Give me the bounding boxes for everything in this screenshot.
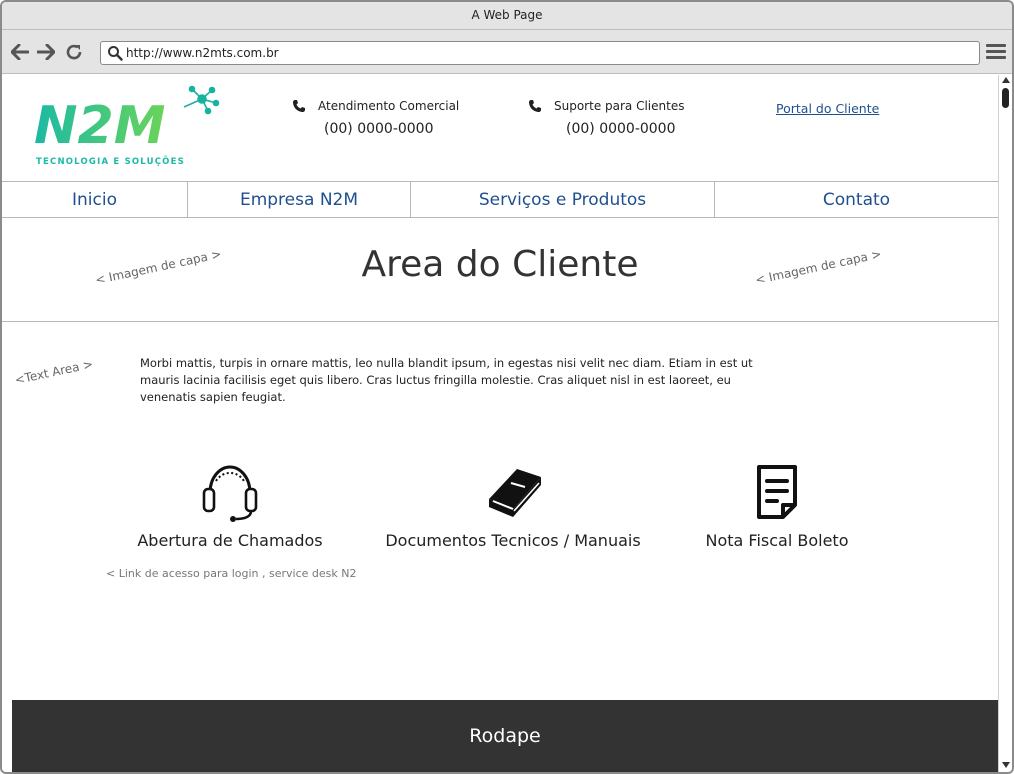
card-label: Nota Fiscal Boleto	[705, 531, 849, 550]
card-documentos-tecnicos[interactable]: Documentos Tecnicos / Manuais	[375, 459, 651, 550]
scroll-thumb[interactable]	[1002, 88, 1009, 108]
cover-banner: < Imagem de capa > Area do Cliente < Ima…	[2, 218, 998, 322]
contact-commercial: Atendimento Comercial (00) 0000-0000	[292, 99, 459, 137]
document-icon	[757, 465, 797, 519]
vertical-scrollbar[interactable]	[998, 75, 1012, 772]
intro-paragraph: Morbi mattis, turpis in ornare mattis, l…	[140, 356, 753, 404]
portal-do-cliente-link[interactable]: Portal do Cliente	[776, 101, 879, 116]
main-nav: Inicio Empresa N2M Serviços e Produtos C…	[2, 181, 998, 218]
url-input[interactable]	[126, 44, 966, 62]
window-title: A Web Page	[471, 8, 543, 22]
search-icon	[108, 46, 123, 61]
card-nota-fiscal[interactable]: Nota Fiscal Boleto	[700, 459, 854, 550]
card-label: Abertura de Chamados	[137, 531, 323, 550]
forward-arrow-icon[interactable]	[36, 42, 56, 62]
headset-icon	[202, 465, 258, 522]
footer-label: Rodape	[469, 725, 541, 747]
nav-item-inicio[interactable]: Inicio	[2, 182, 187, 217]
nav-item-empresa[interactable]: Empresa N2M	[188, 182, 410, 217]
page-viewport: N2M TECNOLOGIA E SOLUÇÕES Atendimento Co…	[2, 75, 998, 772]
back-arrow-icon[interactable]	[10, 42, 30, 62]
card-abertura-chamados[interactable]: Abertura de Chamados	[135, 459, 325, 550]
contact-number: (00) 0000-0000	[324, 121, 434, 137]
scroll-up-arrow-icon[interactable]	[1002, 77, 1010, 83]
contact-number: (00) 0000-0000	[566, 121, 676, 137]
card-label: Documentos Tecnicos / Manuais	[385, 531, 641, 550]
reload-icon[interactable]	[64, 42, 84, 62]
title-bar: A Web Page	[2, 2, 1012, 30]
contact-label: Atendimento Comercial	[318, 99, 460, 113]
contact-support: Suporte para Clientes (00) 0000-0000	[528, 99, 684, 137]
phone-icon	[293, 100, 305, 112]
address-bar[interactable]	[100, 41, 980, 65]
book-icon	[489, 469, 541, 517]
browser-window: A Web Page N2M	[0, 0, 1014, 774]
nav-item-servicos[interactable]: Serviços e Produtos	[411, 182, 714, 217]
text-area-note: <Text Area >	[13, 356, 95, 388]
logo-tagline: TECNOLOGIA E SOLUÇÕES	[36, 155, 185, 167]
footer: Rodape	[12, 700, 998, 772]
logo-wordmark: N2M	[34, 96, 165, 156]
hamburger-menu-icon[interactable]	[986, 44, 1006, 62]
contact-label: Suporte para Clientes	[554, 99, 685, 113]
browser-toolbar	[2, 30, 1012, 74]
phone-icon	[529, 100, 541, 112]
nav-item-contato[interactable]: Contato	[715, 182, 998, 217]
n2m-logo[interactable]: N2M TECNOLOGIA E SOLUÇÕES	[32, 85, 222, 170]
login-link-note: < Link de acesso para login , service de…	[106, 567, 356, 580]
scroll-down-arrow-icon[interactable]	[1002, 762, 1010, 768]
